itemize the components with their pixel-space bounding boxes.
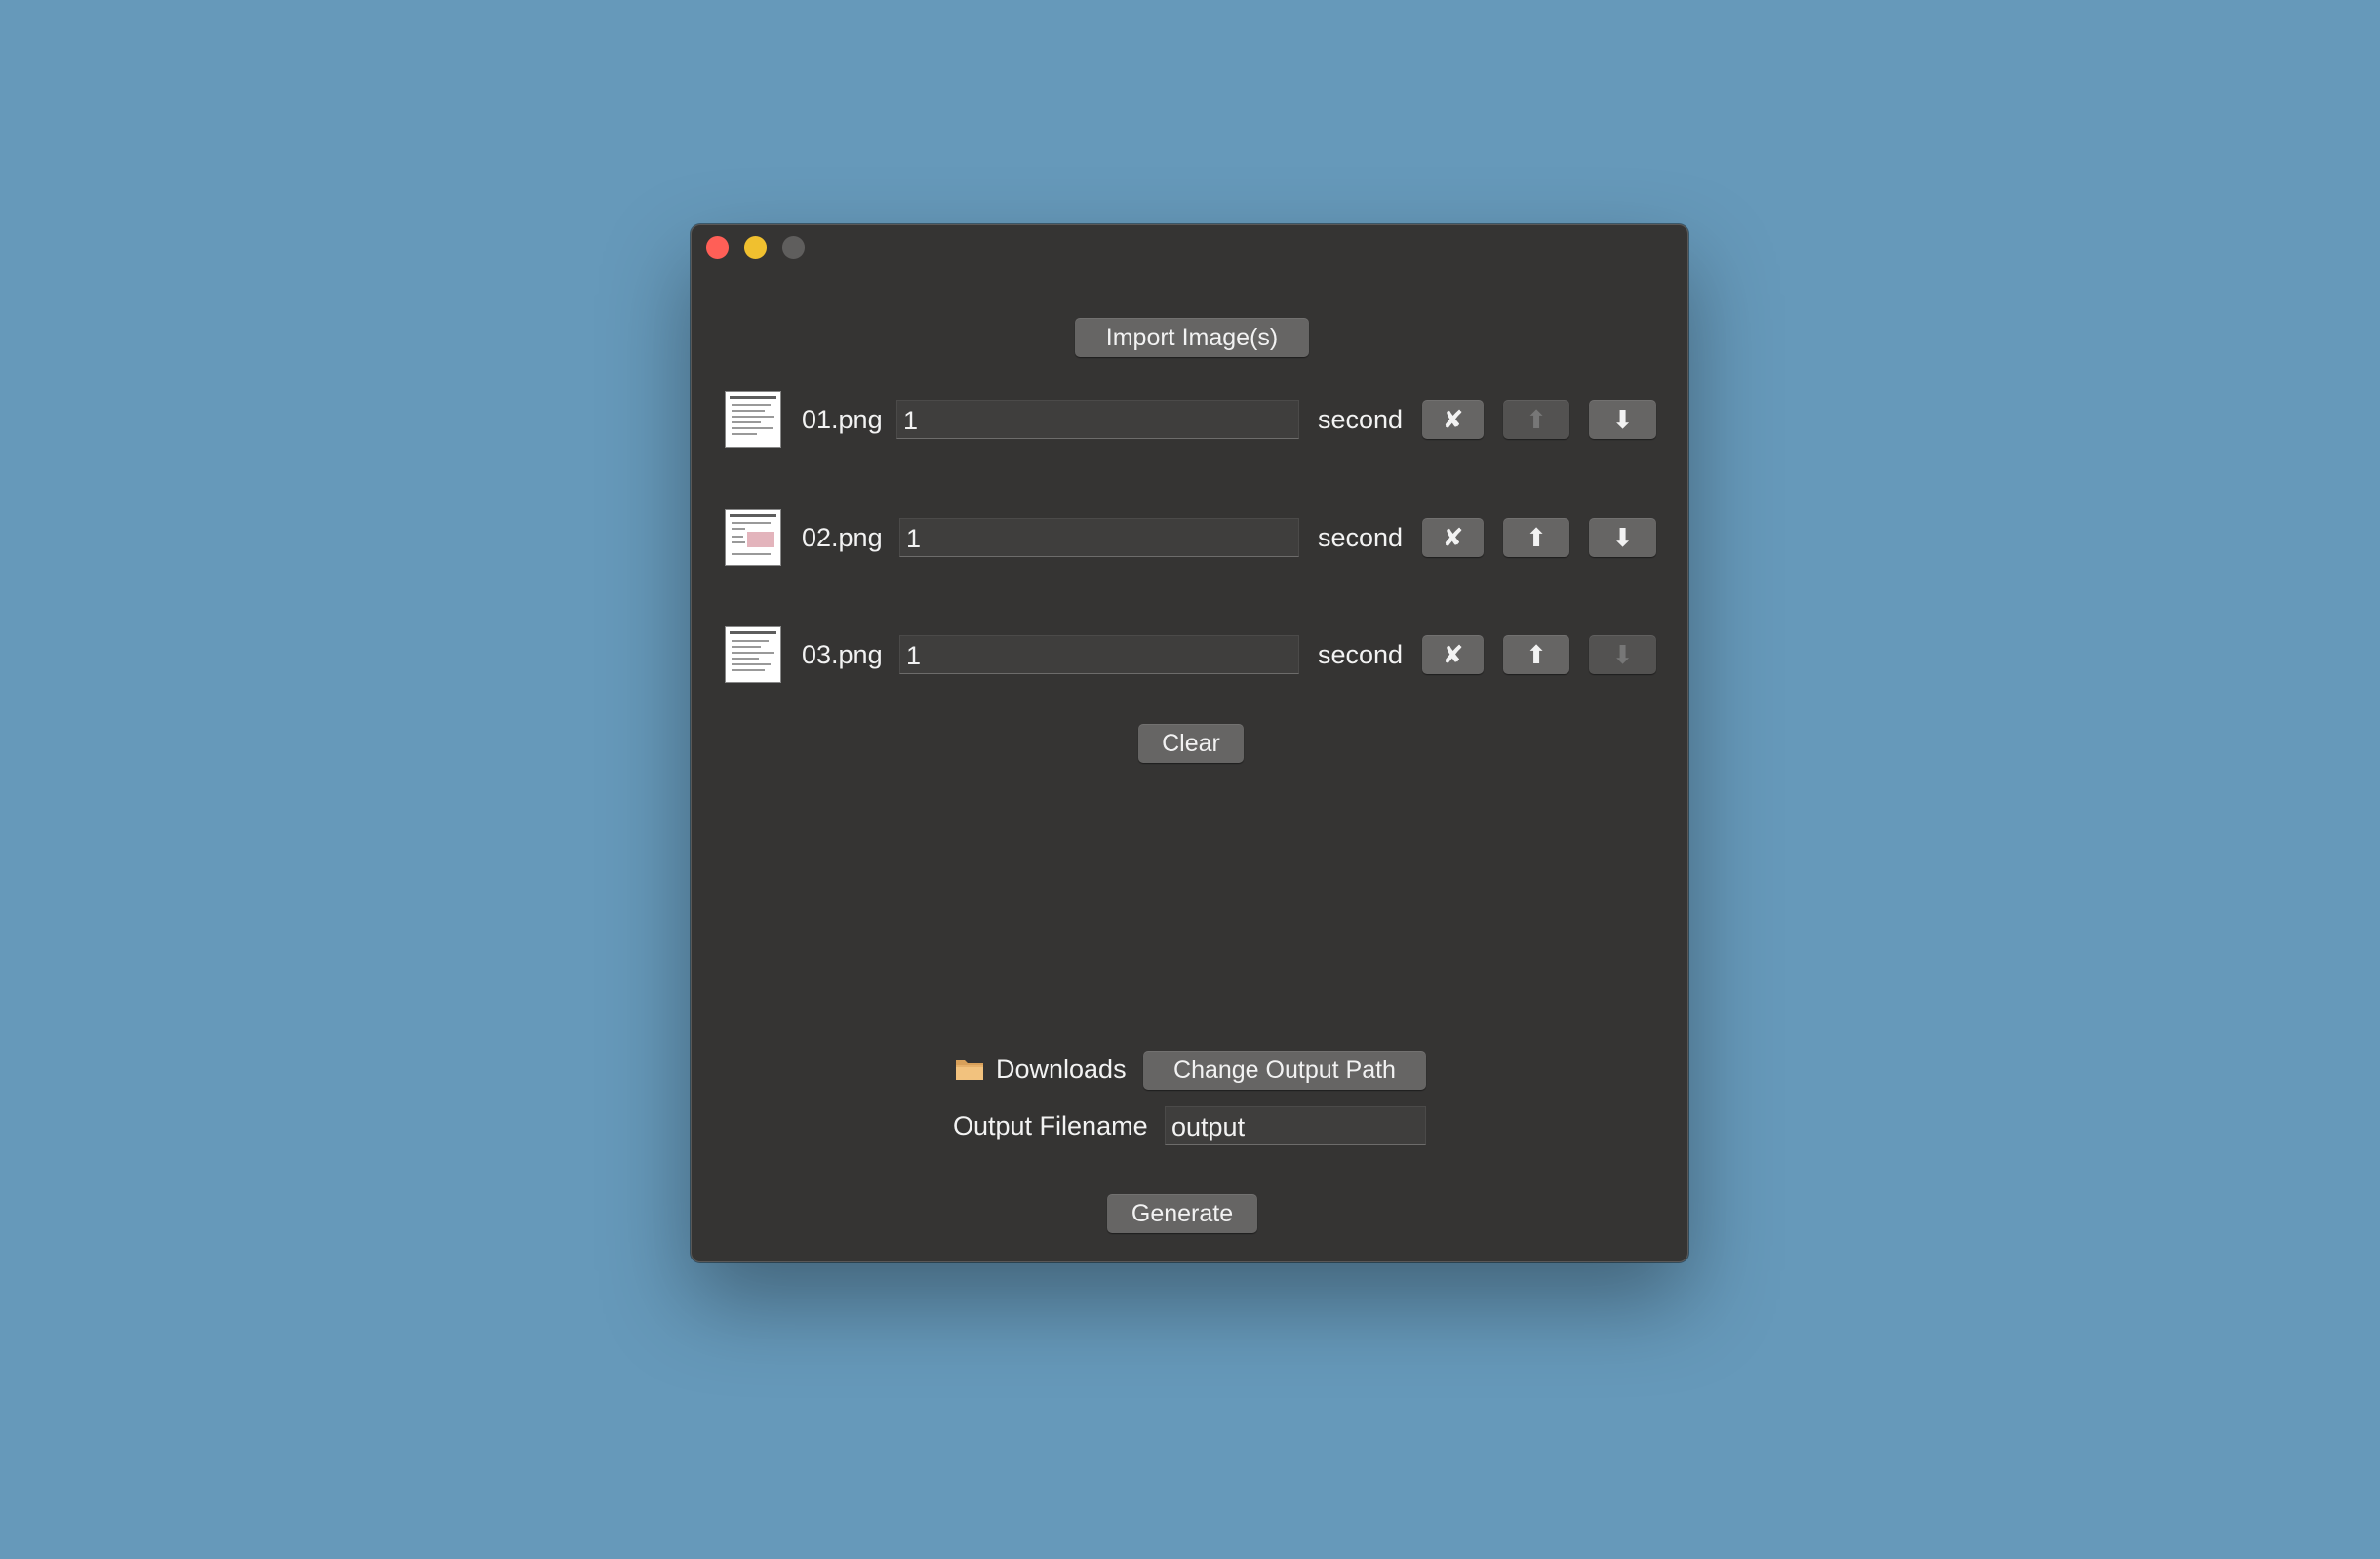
image-row: 02.png 1 second ✘ ⬆ ⬇ xyxy=(692,507,1689,568)
image-thumbnail xyxy=(725,509,781,566)
output-folder-name: Downloads xyxy=(996,1055,1127,1084)
arrow-down-icon: ⬇ xyxy=(1611,639,1634,669)
image-filename: 01.png xyxy=(802,405,883,434)
move-up-button[interactable]: ⬆ xyxy=(1503,518,1569,557)
move-down-button[interactable]: ⬇ xyxy=(1589,518,1656,557)
clear-button[interactable]: Clear xyxy=(1138,724,1244,763)
image-thumbnail xyxy=(725,391,781,448)
image-filename: 03.png xyxy=(802,640,883,669)
generate-button[interactable]: Generate xyxy=(1107,1194,1257,1233)
duration-input[interactable]: 1 xyxy=(899,635,1299,674)
remove-icon: ✘ xyxy=(1442,639,1464,669)
change-output-path-button[interactable]: Change Output Path xyxy=(1143,1051,1426,1090)
duration-unit-label: second xyxy=(1318,405,1404,434)
arrow-down-icon: ⬇ xyxy=(1611,404,1634,434)
image-row: 03.png 1 second ✘ ⬆ ⬇ xyxy=(692,624,1689,685)
image-thumbnail xyxy=(725,626,781,683)
output-filename-input[interactable]: output xyxy=(1165,1106,1426,1145)
app-window: Import Image(s) 01.png 1 second ✘ ⬆ ⬇ 02… xyxy=(691,224,1688,1262)
folder-icon xyxy=(956,1060,983,1080)
remove-image-button[interactable]: ✘ xyxy=(1422,635,1484,674)
arrow-up-icon: ⬆ xyxy=(1526,404,1547,434)
image-row: 01.png 1 second ✘ ⬆ ⬇ xyxy=(692,389,1689,450)
arrow-down-icon: ⬇ xyxy=(1611,522,1634,552)
close-window-button[interactable] xyxy=(706,236,729,259)
move-down-button[interactable]: ⬇ xyxy=(1589,400,1656,439)
minimize-window-button[interactable] xyxy=(744,236,767,259)
duration-input[interactable]: 1 xyxy=(896,400,1299,439)
remove-icon: ✘ xyxy=(1442,404,1464,434)
duration-unit-label: second xyxy=(1318,640,1404,669)
duration-input[interactable]: 1 xyxy=(899,518,1299,557)
move-down-button[interactable]: ⬇ xyxy=(1589,635,1656,674)
duration-unit-label: second xyxy=(1318,523,1404,552)
output-filename-label: Output Filename xyxy=(953,1111,1148,1140)
import-images-button[interactable]: Import Image(s) xyxy=(1075,318,1309,357)
move-up-button[interactable]: ⬆ xyxy=(1503,400,1569,439)
remove-image-button[interactable]: ✘ xyxy=(1422,400,1484,439)
remove-image-button[interactable]: ✘ xyxy=(1422,518,1484,557)
move-up-button[interactable]: ⬆ xyxy=(1503,635,1569,674)
image-filename: 02.png xyxy=(802,523,883,552)
zoom-window-button[interactable] xyxy=(782,236,805,259)
remove-icon: ✘ xyxy=(1442,522,1464,552)
arrow-up-icon: ⬆ xyxy=(1526,522,1547,552)
arrow-up-icon: ⬆ xyxy=(1526,639,1547,669)
